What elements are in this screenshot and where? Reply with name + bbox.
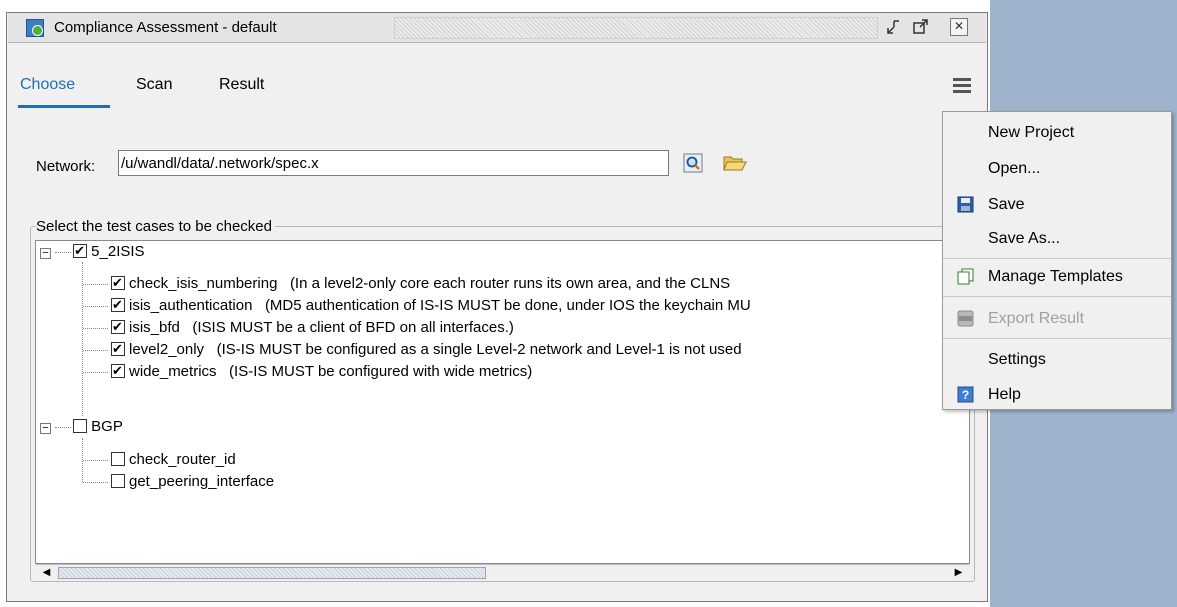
tree-item[interactable]: isis_bfd (ISIS MUST be a client of BFD o… (111, 316, 514, 339)
templates-icon (957, 268, 974, 285)
tree-item[interactable]: isis_authentication (MD5 authentication … (111, 294, 751, 317)
folder-open-icon[interactable] (723, 153, 747, 173)
menu-item-help[interactable]: ? Help (943, 378, 1171, 408)
collapse-icon[interactable]: − (40, 423, 51, 434)
close-icon[interactable]: ✕ (950, 18, 968, 36)
test-case-name: isis_authentication (129, 297, 253, 314)
checkbox[interactable] (111, 452, 125, 466)
tree-node-label: BGP (91, 418, 123, 435)
tree-item[interactable]: level2_only (IS-IS MUST be configured as… (111, 338, 742, 361)
maximize-icon[interactable] (912, 18, 930, 36)
test-case-tree: − 5_2ISIS check_isis_numbering (In a lev… (35, 240, 970, 564)
menu-item-open[interactable]: Open... (943, 152, 1171, 182)
tree-item[interactable]: wide_metrics (IS-IS MUST be configured w… (111, 360, 533, 383)
test-case-description: (IS-IS MUST be configured as a single Le… (216, 341, 742, 358)
search-icon[interactable] (683, 153, 703, 173)
scroll-left-icon[interactable]: ◀ (40, 567, 53, 579)
window-title: Compliance Assessment - default (54, 19, 277, 36)
tree-node-isis[interactable]: − 5_2ISIS (40, 241, 145, 263)
menu-item-settings[interactable]: Settings (943, 343, 1171, 373)
network-path-input[interactable] (118, 150, 669, 176)
scroll-right-icon[interactable]: ▶ (952, 567, 965, 579)
test-case-name: check_isis_numbering (129, 275, 278, 292)
test-case-name: get_peering_interface (129, 473, 275, 490)
tree-node-label: 5_2ISIS (91, 243, 145, 260)
checkbox[interactable] (111, 338, 125, 360)
checkbox[interactable] (111, 294, 125, 316)
tree-item[interactable]: check_isis_numbering (In a level2-only c… (111, 272, 731, 295)
checkbox[interactable] (111, 316, 125, 338)
menu-item-save-as[interactable]: Save As... (943, 222, 1171, 252)
menu-item-export-result[interactable]: Export Result (943, 302, 1171, 332)
svg-text:?: ? (962, 388, 969, 402)
test-case-name: check_router_id (129, 451, 236, 468)
tab-choose[interactable]: Choose (20, 76, 75, 94)
tree-item[interactable]: get_peering_interface (111, 471, 274, 493)
tab-scan[interactable]: Scan (136, 76, 172, 94)
checkbox[interactable] (111, 360, 125, 382)
app-icon (26, 19, 44, 37)
menu-item-new-project[interactable]: New Project (943, 116, 1171, 146)
scrollbar-thumb[interactable] (58, 567, 486, 579)
active-tab-indicator (18, 105, 110, 108)
checkbox[interactable] (73, 419, 88, 433)
checkbox[interactable] (111, 272, 125, 294)
project-menu: New Project Open... Save Save As... Mana… (942, 111, 1172, 410)
test-case-description: (MD5 authentication of IS-IS MUST be don… (264, 297, 751, 314)
network-label: Network: (36, 158, 96, 175)
collapse-icon[interactable]: − (40, 248, 51, 259)
minimize-icon[interactable] (885, 18, 903, 36)
checkbox[interactable] (111, 474, 125, 488)
test-case-name: isis_bfd (129, 319, 180, 336)
export-csv-icon (957, 310, 974, 327)
tree-item[interactable]: check_router_id (111, 449, 236, 471)
tree-node-bgp[interactable]: − BGP (40, 416, 123, 438)
checkbox[interactable] (73, 241, 88, 262)
menu-item-save[interactable]: Save (943, 188, 1171, 218)
test-case-description: (In a level2-only core each router runs … (289, 275, 731, 292)
tab-result[interactable]: Result (219, 76, 264, 94)
floppy-disk-icon (957, 196, 974, 213)
title-bar: Compliance Assessment - default ✕ (8, 13, 986, 43)
hamburger-menu-icon[interactable] (953, 78, 971, 94)
title-drag-area[interactable] (394, 17, 878, 39)
help-icon: ? (957, 386, 974, 403)
test-case-name: level2_only (129, 341, 205, 358)
test-case-description: (IS-IS MUST be configured with wide metr… (229, 363, 533, 380)
test-cases-group-label: Select the test cases to be checked (36, 218, 275, 235)
horizontal-scrollbar[interactable]: ◀ ▶ (36, 564, 969, 581)
test-case-name: wide_metrics (129, 363, 217, 380)
menu-item-manage-templates[interactable]: Manage Templates (943, 260, 1171, 290)
test-case-description: (ISIS MUST be a client of BFD on all int… (192, 319, 514, 336)
